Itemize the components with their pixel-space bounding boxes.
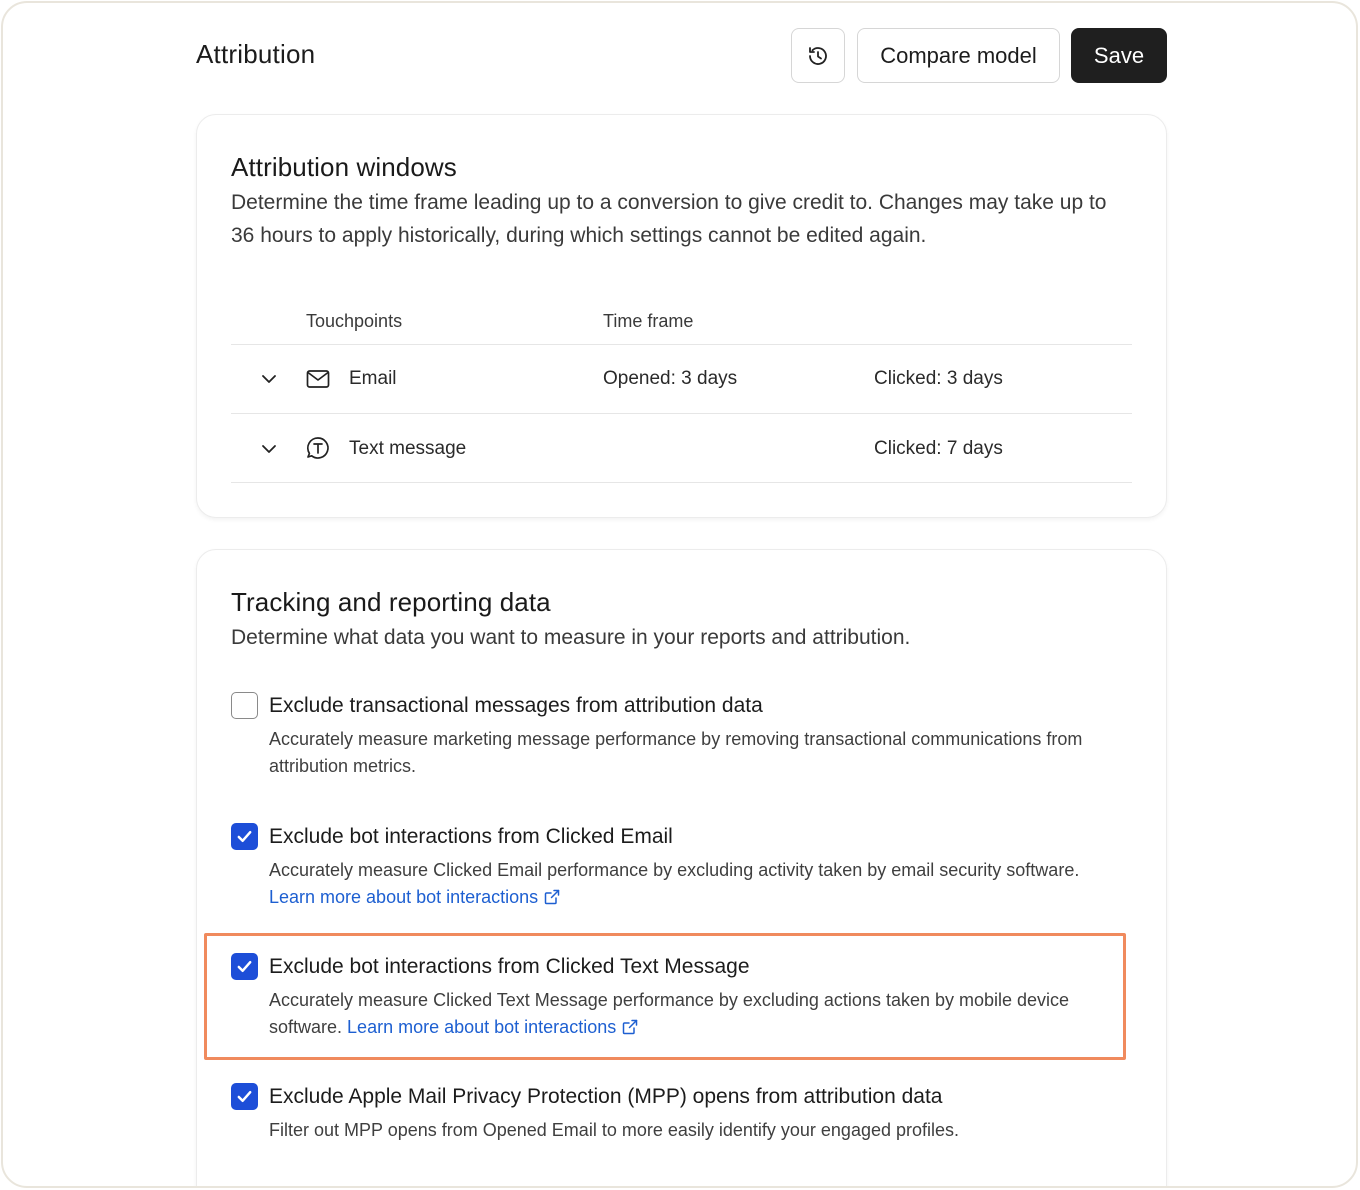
option-title: Exclude bot interactions from Clicked Te… <box>269 955 750 978</box>
option-description-text: Accurately measure Clicked Email perform… <box>269 860 1080 880</box>
option-description: Filter out MPP opens from Opened Email t… <box>269 1117 1129 1144</box>
learn-more-link[interactable]: Learn more about bot interactions <box>269 887 560 907</box>
mail-icon <box>306 370 330 388</box>
external-link-icon <box>544 889 560 905</box>
option-description-text: Accurately measure marketing message per… <box>269 729 1083 776</box>
chevron-down-icon[interactable] <box>259 439 279 459</box>
checkbox[interactable] <box>231 692 258 719</box>
external-link-icon <box>622 1019 638 1035</box>
touchpoint-name: Email <box>349 368 397 389</box>
attribution-windows-card: Attribution windows Determine the time f… <box>196 114 1167 518</box>
checkbox[interactable] <box>231 1083 258 1110</box>
touchpoints-column-header: Touchpoints <box>306 311 403 331</box>
opened-time-frame: Opened: 3 days <box>603 368 738 389</box>
option-title: Exclude bot interactions from Clicked Em… <box>269 825 673 848</box>
history-icon <box>809 46 827 65</box>
option-title: Exclude Apple Mail Privacy Protection (M… <box>269 1085 943 1108</box>
history-button[interactable] <box>791 28 845 83</box>
clicked-time-frame: Clicked: 3 days <box>874 368 1003 389</box>
attribution-windows-description: Determine the time frame leading up to a… <box>231 191 1107 247</box>
chevron-down-icon[interactable] <box>259 369 279 389</box>
tracking-description: Determine what data you want to measure … <box>231 626 911 649</box>
option-description: Accurately measure Clicked Text Message … <box>269 987 1129 1041</box>
checkbox[interactable] <box>231 823 258 850</box>
option-title: Exclude transactional messages from attr… <box>269 694 763 717</box>
table-divider <box>231 413 1132 414</box>
checkmark-icon <box>237 960 252 973</box>
checkmark-icon <box>237 1090 252 1103</box>
learn-more-link-text: Learn more about bot interactions <box>347 1017 617 1037</box>
time-frame-column-header: Time frame <box>603 311 694 331</box>
learn-more-link[interactable]: Learn more about bot interactions <box>347 1017 638 1037</box>
option-description-text: Filter out MPP opens from Opened Email t… <box>269 1120 960 1140</box>
learn-more-link-text: Learn more about bot interactions <box>269 887 539 907</box>
attribution-windows-title: Attribution windows <box>231 152 457 182</box>
option-description: Accurately measure marketing message per… <box>269 726 1129 780</box>
option-description: Accurately measure Clicked Email perform… <box>269 857 1129 911</box>
tracking-reporting-card: Tracking and reporting data Determine wh… <box>196 549 1167 1186</box>
table-divider <box>231 482 1132 483</box>
table-divider <box>231 344 1132 345</box>
clicked-time-frame: Clicked: 7 days <box>874 438 1003 459</box>
tracking-title: Tracking and reporting data <box>231 587 551 617</box>
app-window: Attribution Compare model Save Attributi… <box>1 1 1358 1188</box>
touchpoint-name: Text message <box>349 438 467 459</box>
page-title: Attribution <box>196 39 316 69</box>
checkmark-icon <box>237 830 252 843</box>
save-button[interactable]: Save <box>1071 28 1167 83</box>
compare-model-button[interactable]: Compare model <box>857 28 1060 83</box>
checkbox[interactable] <box>231 953 258 980</box>
text-message-icon <box>307 437 329 459</box>
